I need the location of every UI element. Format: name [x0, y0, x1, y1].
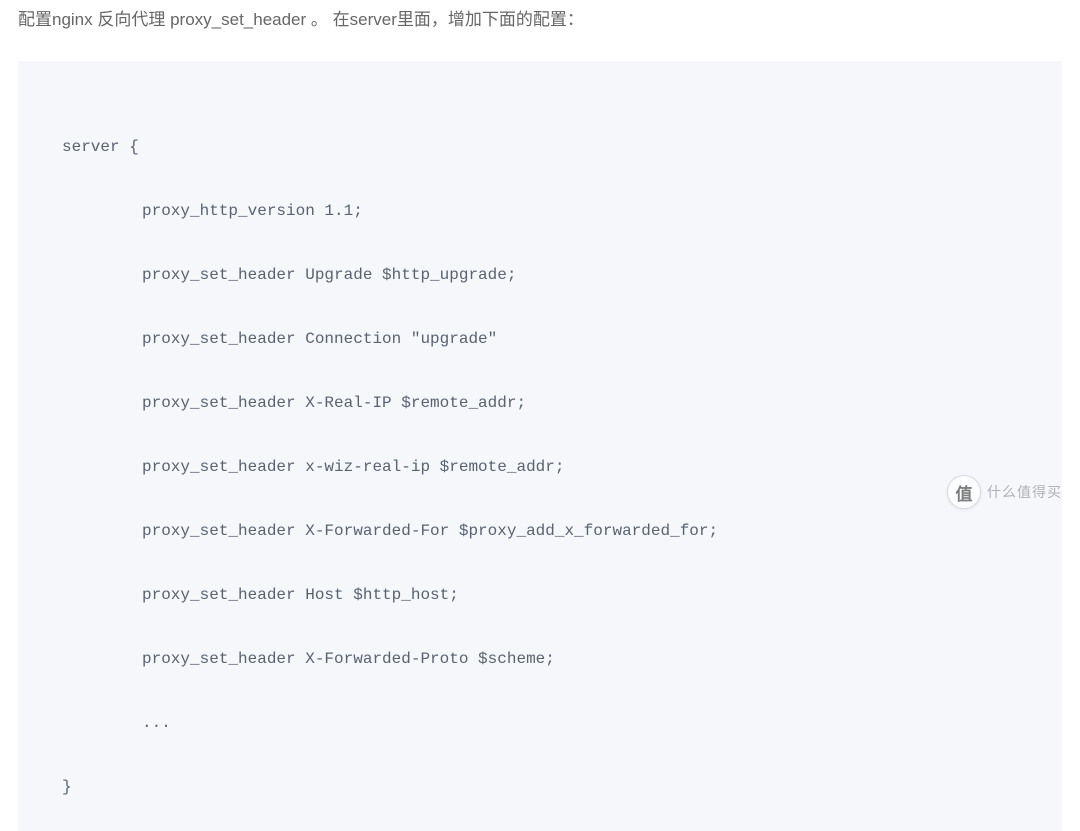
content-wrapper: 配置nginx 反向代理 proxy_set_header 。 在server里… [0, 0, 1080, 831]
code-line: proxy_set_header x-wiz-real-ip $remote_a… [62, 451, 1018, 483]
code-line: proxy_set_header X-Forwarded-Proto $sche… [62, 643, 1018, 675]
code-line: proxy_set_header Connection "upgrade" [62, 323, 1018, 355]
watermark-symbol: 值 [956, 480, 973, 505]
code-line: ... [62, 707, 1018, 739]
code-line: } [62, 771, 1018, 803]
code-line: proxy_set_header Upgrade $http_upgrade; [62, 259, 1018, 291]
code-line: proxy_set_header Host $http_host; [62, 579, 1018, 611]
watermark-icon: 值 [947, 475, 981, 509]
code-block: server { proxy_http_version 1.1; proxy_s… [18, 61, 1062, 831]
watermark-text: 什么值得买 [987, 482, 1062, 502]
watermark: 值 什么值得买 [947, 475, 1062, 509]
description-text: 配置nginx 反向代理 proxy_set_header 。 在server里… [18, 6, 1062, 33]
code-line: proxy_set_header X-Real-IP $remote_addr; [62, 387, 1018, 419]
code-line: server { [62, 131, 1018, 163]
code-line: proxy_set_header X-Forwarded-For $proxy_… [62, 515, 1018, 547]
code-line: proxy_http_version 1.1; [62, 195, 1018, 227]
